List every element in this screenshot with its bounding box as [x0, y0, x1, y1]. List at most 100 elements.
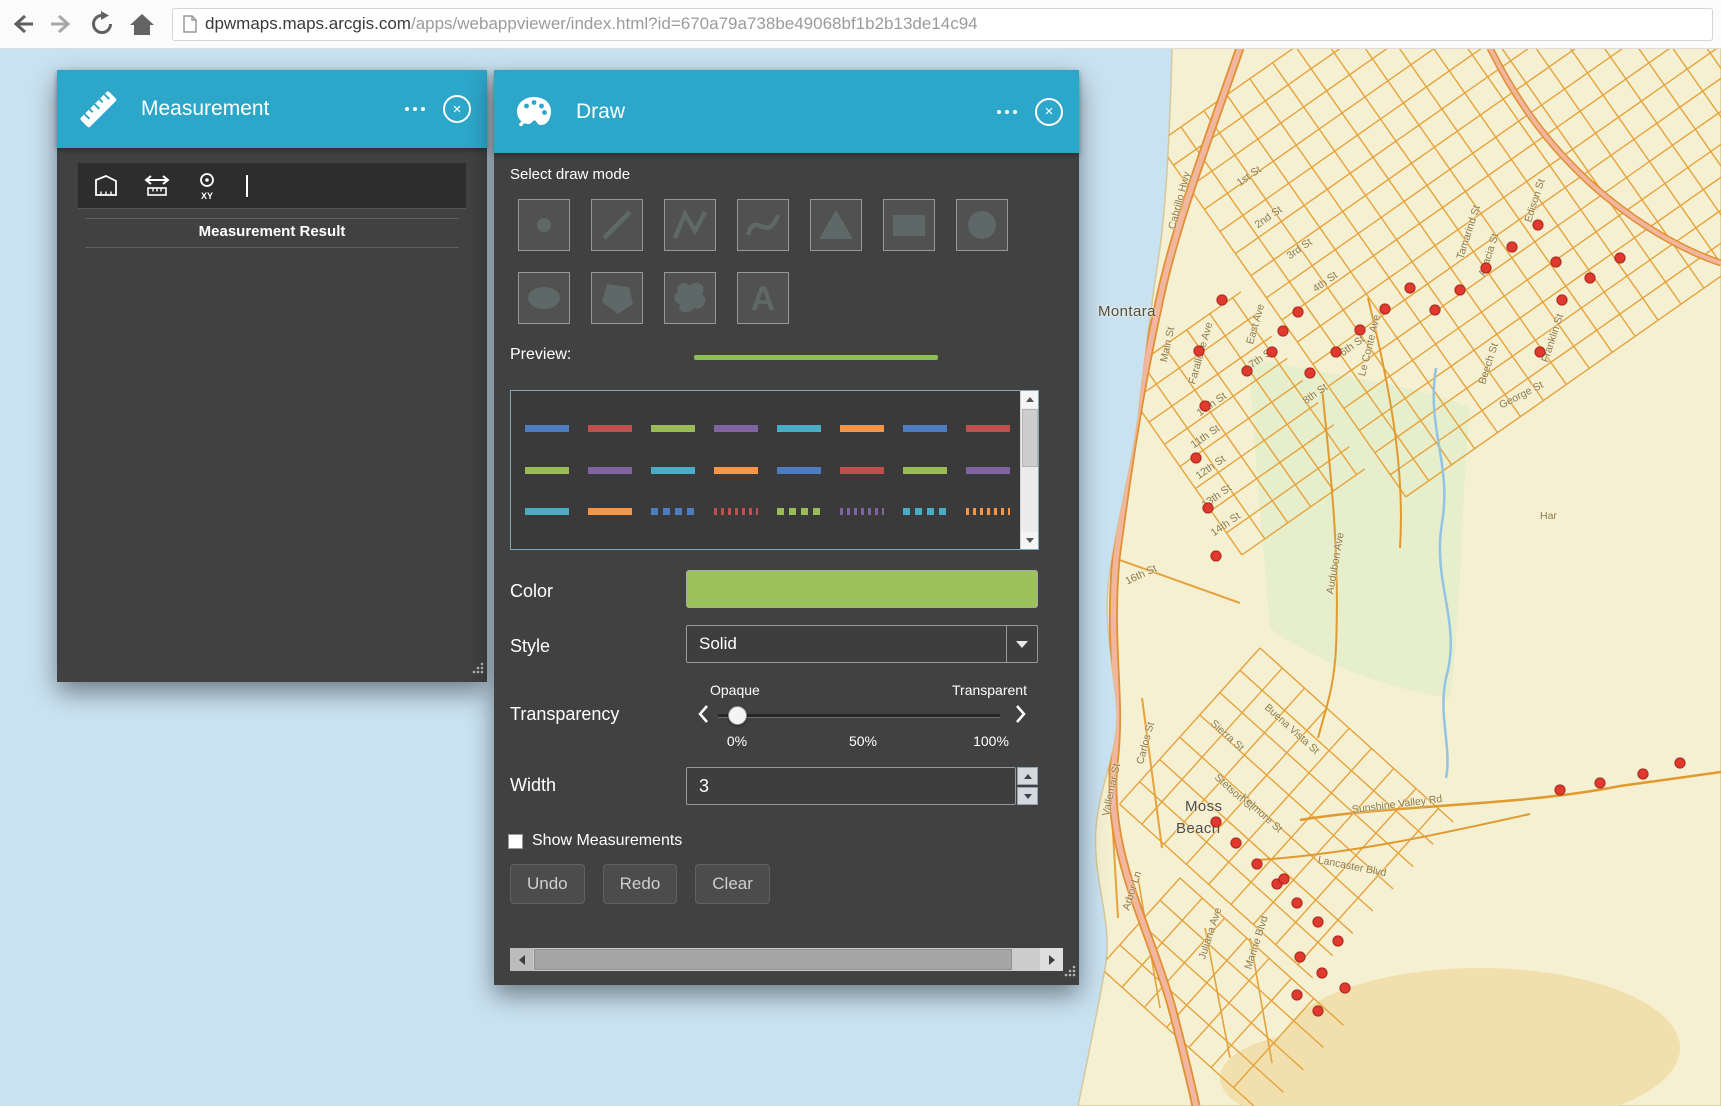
map-dot: [1230, 837, 1242, 849]
arrow-down-icon: [1023, 793, 1032, 799]
draw-mode-freehand-polygon[interactable]: [664, 272, 716, 324]
draw-mode-ellipse[interactable]: [518, 272, 570, 324]
symbol-swatch[interactable]: [965, 507, 1010, 515]
symbol-swatch[interactable]: [839, 466, 884, 474]
draw-close-button[interactable]: ×: [1035, 97, 1063, 126]
scroll-right-button[interactable]: [1040, 948, 1063, 971]
resize-handle[interactable]: [471, 661, 484, 679]
address-bar[interactable]: dpwmaps.maps.arcgis.com/apps/webappviewe…: [172, 7, 1713, 41]
draw-mode-polygon[interactable]: [591, 272, 643, 324]
draw-mode-text[interactable]: A: [737, 272, 789, 324]
symbol-swatch[interactable]: [965, 466, 1010, 474]
slider-decrease-button[interactable]: [697, 704, 709, 729]
divider: [85, 218, 459, 219]
map-label: 11th St: [1188, 422, 1223, 451]
draw-actions: Undo Redo Clear: [510, 864, 770, 904]
location-measure-button[interactable]: XY: [194, 170, 220, 202]
map-dot: [1241, 365, 1253, 377]
scroll-left-button[interactable]: [510, 948, 533, 971]
home-button[interactable]: [124, 6, 160, 42]
symbol-swatch[interactable]: [713, 425, 758, 433]
line-icon: [602, 210, 632, 240]
draw-mode-grid: A: [518, 199, 1030, 324]
measurement-panel-header[interactable]: Measurement ×: [57, 70, 487, 148]
scrollbar-thumb[interactable]: [1022, 409, 1038, 467]
width-input[interactable]: [686, 767, 1016, 805]
symbol-swatch[interactable]: [650, 466, 695, 474]
symbol-swatch[interactable]: [902, 425, 947, 433]
symbol-swatch[interactable]: [713, 466, 758, 474]
reload-button[interactable]: [84, 6, 120, 42]
measurement-close-button[interactable]: ×: [443, 95, 471, 123]
map-dot: [1266, 346, 1278, 358]
transparency-slider-handle[interactable]: [728, 706, 747, 725]
area-measure-button[interactable]: [92, 173, 120, 199]
scrollbar-thumb[interactable]: [534, 949, 1012, 970]
home-icon: [130, 14, 154, 35]
map-dot: [1216, 294, 1228, 306]
symbol-swatch[interactable]: [587, 466, 632, 474]
draw-mode-circle[interactable]: [956, 199, 1008, 251]
map-dot: [1594, 777, 1606, 789]
draw-mode-polyline[interactable]: [664, 199, 716, 251]
width-decrease-button[interactable]: [1017, 787, 1038, 805]
symbol-swatch[interactable]: [650, 425, 695, 433]
symbol-swatch[interactable]: [902, 507, 947, 515]
draw-panel-header[interactable]: Draw ×: [494, 70, 1079, 153]
symbol-swatch[interactable]: [839, 507, 884, 515]
scale-100-label: 100%: [973, 733, 1009, 749]
symbol-swatch[interactable]: [902, 466, 947, 474]
arrow-up-icon: [1023, 773, 1032, 779]
draw-mode-triangle[interactable]: [810, 199, 862, 251]
back-button[interactable]: [4, 6, 40, 42]
chevron-right-icon: [1016, 705, 1026, 723]
map-dot: [1210, 816, 1222, 828]
measurement-more-button[interactable]: [397, 97, 433, 121]
symbol-swatch[interactable]: [524, 507, 569, 515]
symbol-swatch[interactable]: [965, 425, 1010, 433]
map-dot: [1532, 219, 1544, 231]
undo-button[interactable]: Undo: [510, 864, 585, 904]
color-swatch[interactable]: [686, 570, 1038, 608]
transparency-slider-track[interactable]: [718, 714, 1000, 718]
draw-mode-freehand-line[interactable]: [737, 199, 789, 251]
map-label: 16th St: [1123, 562, 1159, 588]
symbol-swatch[interactable]: [587, 507, 632, 515]
symbol-swatch[interactable]: [524, 466, 569, 474]
symbol-swatch[interactable]: [524, 425, 569, 433]
symbol-swatch[interactable]: [776, 507, 821, 515]
map-label: Carlos St: [1134, 720, 1157, 766]
redo-button[interactable]: Redo: [602, 864, 678, 904]
symbol-swatch[interactable]: [650, 507, 695, 515]
measurement-toolbar: XY: [78, 163, 466, 209]
preview-label: Preview:: [510, 346, 572, 363]
scroll-down-button[interactable]: [1021, 532, 1038, 549]
draw-mode-line[interactable]: [591, 199, 643, 251]
symbol-swatch[interactable]: [776, 425, 821, 433]
clear-button[interactable]: Clear: [695, 864, 770, 904]
chevron-down-icon: [1016, 640, 1028, 648]
show-measurements-row: Show Measurements: [508, 832, 682, 850]
scroll-up-button[interactable]: [1021, 391, 1038, 408]
width-label: Width: [510, 775, 557, 795]
arrow-right-icon: [1048, 954, 1055, 965]
forward-button[interactable]: [44, 6, 80, 42]
symbol-swatch[interactable]: [839, 425, 884, 433]
slider-increase-button[interactable]: [1015, 704, 1027, 729]
symbol-swatch[interactable]: [776, 466, 821, 474]
distance-measure-button[interactable]: [142, 173, 172, 199]
style-select[interactable]: Solid: [686, 625, 1038, 663]
draw-panel-title: Draw: [576, 99, 626, 123]
width-increase-button[interactable]: [1017, 767, 1038, 785]
show-measurements-checkbox[interactable]: [508, 833, 523, 849]
draw-more-button[interactable]: [989, 100, 1025, 124]
resize-handle[interactable]: [1063, 964, 1076, 982]
draw-mode-point[interactable]: [518, 199, 570, 251]
map-dot: [1312, 1005, 1324, 1017]
location-xy-icon: XY: [200, 172, 214, 201]
circle-icon: [968, 211, 996, 239]
draw-mode-rectangle[interactable]: [883, 199, 935, 251]
symbol-swatch[interactable]: [713, 507, 758, 515]
url-domain: dpwmaps.maps.arcgis.com: [205, 14, 411, 33]
symbol-swatch[interactable]: [587, 425, 632, 433]
